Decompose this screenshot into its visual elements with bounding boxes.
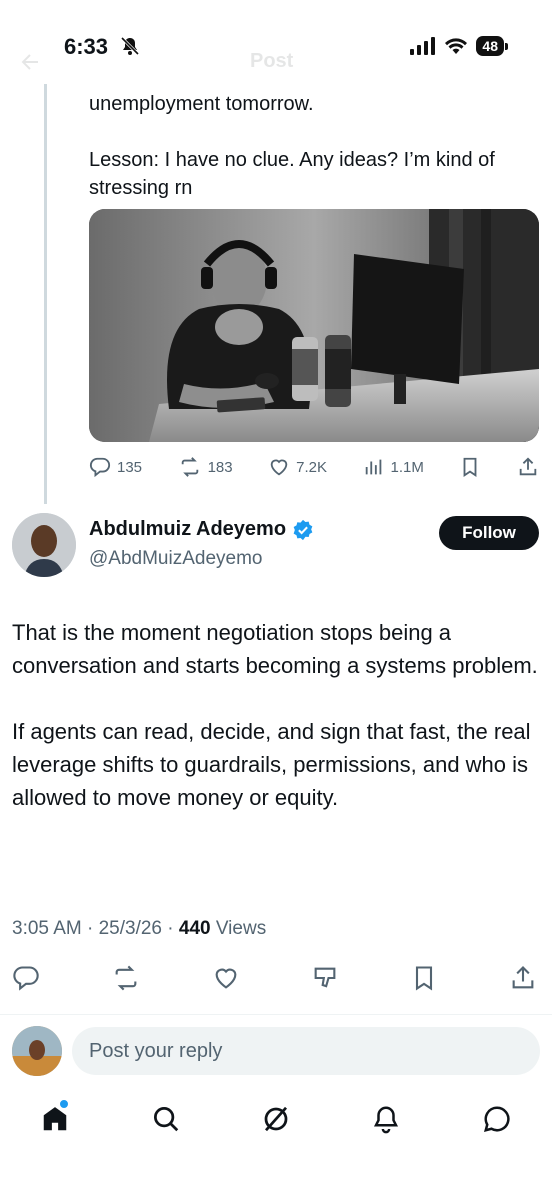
heart-icon[interactable]	[212, 964, 240, 992]
tweet-action-bar	[12, 962, 537, 994]
tab-search[interactable]	[141, 1094, 191, 1144]
parent-line: unemployment tomorrow.	[89, 93, 314, 115]
silent-bell-icon	[120, 36, 140, 56]
tweet-paragraph: If agents can read, decide, and sign tha…	[12, 719, 531, 810]
tab-home[interactable]	[30, 1094, 80, 1144]
analytics-icon	[365, 459, 381, 475]
views-count: 1.1M	[390, 458, 424, 476]
repost-icon[interactable]	[111, 964, 141, 992]
tweet-body: That is the moment negotiation stops bei…	[12, 616, 542, 814]
tweet-paragraph: That is the moment negotiation stops bei…	[12, 620, 538, 678]
bookmark-icon[interactable]	[459, 456, 481, 478]
author-handle[interactable]: @AbdMuizAdeyemo	[89, 548, 262, 570]
views-number: 440	[178, 918, 211, 939]
tab-notifications[interactable]	[361, 1094, 411, 1144]
status-right: 48	[410, 36, 508, 56]
signal-icon	[410, 37, 436, 55]
repost-action[interactable]: 183	[178, 456, 233, 478]
parent-line: Lesson: I have no clue. Any ideas? I’m k…	[89, 149, 495, 199]
timestamp[interactable]: 3:05 AM · 25/3/26 ·	[12, 918, 179, 939]
header-title: Post	[250, 50, 294, 72]
search-icon	[153, 1107, 178, 1132]
display-name[interactable]: Abdulmuiz Adeyemo	[89, 518, 286, 541]
verified-badge-icon	[293, 519, 313, 540]
views-action[interactable]: 1.1M	[363, 456, 424, 478]
wifi-icon	[445, 38, 468, 54]
share-icon[interactable]	[517, 456, 539, 478]
status-time: 6:33	[64, 34, 109, 59]
tab-messages[interactable]	[472, 1094, 522, 1144]
repost-count: 183	[207, 458, 233, 476]
avatar-image	[12, 513, 76, 577]
tweet-meta: 3:05 AM · 25/3/26 · 440 Views	[12, 918, 266, 940]
reply-action[interactable]: 135	[89, 456, 142, 478]
reply-icon[interactable]	[12, 964, 40, 992]
divider	[0, 1014, 552, 1015]
repost-icon	[181, 457, 198, 477]
downvote-icon[interactable]	[311, 964, 339, 992]
like-count: 7.2K	[296, 458, 327, 476]
avatar[interactable]	[12, 513, 76, 577]
tab-grok[interactable]	[251, 1094, 301, 1144]
reply-icon	[89, 457, 111, 478]
parent-action-bar: 135 183 7.2K 1.1M	[89, 455, 539, 479]
bookmark-icon[interactable]	[410, 964, 438, 992]
like-action[interactable]: 7.2K	[268, 456, 327, 478]
reply-count: 135	[117, 458, 143, 476]
author-name-row: Abdulmuiz Adeyemo	[89, 518, 314, 541]
photo-illustration	[89, 209, 539, 442]
grok-icon	[264, 1106, 288, 1132]
bell-icon	[374, 1106, 399, 1134]
tweet-photo[interactable]	[89, 209, 539, 442]
reply-avatar[interactable]	[12, 1026, 62, 1076]
share-icon[interactable]	[509, 964, 537, 992]
bottom-tab-bar	[0, 1094, 552, 1144]
messages-icon	[483, 1106, 510, 1133]
views-label: Views	[210, 918, 267, 939]
parent-tweet-text: unemployment tomorrow. Lesson: I have no…	[89, 90, 539, 202]
back-arrow-icon	[21, 54, 38, 70]
follow-button[interactable]: Follow	[439, 516, 539, 550]
reply-avatar-image	[12, 1026, 62, 1076]
battery-indicator: 48	[476, 36, 508, 56]
heart-icon	[270, 459, 288, 476]
reply-input[interactable]	[72, 1027, 540, 1075]
thread-connector	[44, 84, 47, 504]
